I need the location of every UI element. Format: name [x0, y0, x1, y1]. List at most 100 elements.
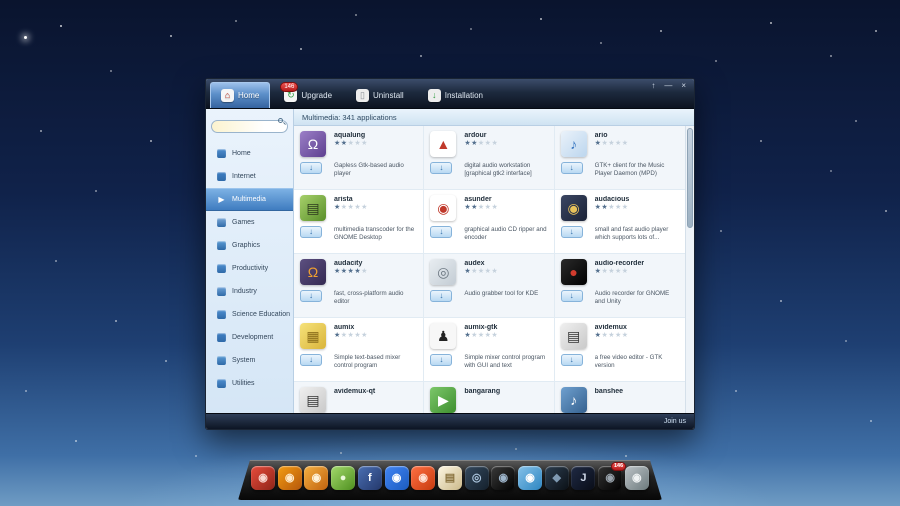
dock-icon-7[interactable]: ◉ — [411, 466, 435, 490]
utilities-icon — [217, 379, 226, 388]
app-card-banshee[interactable]: ♪banshee↓ — [555, 382, 685, 413]
dock-glyph: ◉ — [285, 473, 295, 484]
dock-icon-2[interactable]: ◉ — [278, 466, 302, 490]
app-head: avidemux★★★★★ — [595, 323, 681, 352]
sidebar-item-science-education[interactable]: Science Education — [206, 303, 293, 326]
development-icon — [217, 333, 226, 342]
sidebar-item-graphics[interactable]: Graphics — [206, 234, 293, 257]
app-card-arista[interactable]: ▤arista★★★★★↓multimedia transcoder for t… — [294, 190, 424, 254]
install-button[interactable]: ↓ — [561, 354, 583, 366]
app-head: arista★★★★★ — [334, 195, 419, 224]
dock-glyph: ◎ — [472, 473, 482, 484]
scrollbar[interactable] — [685, 126, 694, 413]
stars-empty: ★★★ — [348, 140, 368, 147]
app-card-aumix[interactable]: ▦aumix★★★★★↓Simple text-based mixer cont… — [294, 318, 424, 382]
install-button[interactable]: ↓ — [300, 226, 322, 238]
sidebar-item-system[interactable]: System — [206, 349, 293, 372]
close-button[interactable]: × — [681, 82, 686, 90]
search-icon — [278, 118, 283, 123]
sidebar-item-utilities[interactable]: Utilities — [206, 372, 293, 395]
dock-icon-3[interactable]: ◉ — [304, 466, 328, 490]
app-card-asunder[interactable]: ◉asunder★★★★★↓graphical audio CD ripper … — [424, 190, 554, 254]
dock-icon-13[interactable]: J — [571, 466, 595, 490]
dock-icon-9[interactable]: ◎ — [465, 466, 489, 490]
aumix-gtk-icon: ♟ — [430, 323, 456, 349]
join-us-link[interactable]: Join us — [664, 418, 686, 425]
app-card-ario[interactable]: ♪ario★★★★★↓GTK+ client for the Music Pla… — [555, 126, 685, 190]
install-button[interactable]: ↓ — [430, 290, 452, 302]
app-card-audex[interactable]: ◎audex★★★★★↓Audio grabber tool for KDE — [424, 254, 554, 318]
dock-icon-8[interactable]: ▤ — [438, 466, 462, 490]
dock-glyph: ◉ — [312, 473, 322, 484]
app-card-audacious[interactable]: ◉audacious★★★★★↓small and fast audio pla… — [555, 190, 685, 254]
sidebar-item-productivity[interactable]: Productivity — [206, 257, 293, 280]
sidebar-item-internet[interactable]: Internet — [206, 165, 293, 188]
app-card-aumix-gtk[interactable]: ♟aumix-gtk★★★★★↓Simple mixer control pro… — [424, 318, 554, 382]
sidebar-item-games[interactable]: Games — [206, 211, 293, 234]
dock-icon-4[interactable]: ● — [331, 466, 355, 490]
sidebar-item-label: Home — [232, 150, 251, 157]
dock-glyph: ◆ — [553, 473, 561, 484]
rating-stars: ★★★★★ — [334, 267, 419, 276]
install-button[interactable]: ↓ — [561, 162, 583, 174]
sidebar-item-multimedia[interactable]: ▶Multimedia — [206, 188, 293, 211]
search-input[interactable] — [211, 120, 288, 133]
app-card-ardour[interactable]: ▲ardour★★★★★↓digital audio workstation [… — [424, 126, 554, 190]
app-card-avidemux[interactable]: ▤avidemux★★★★★↓a free video editor - GTK… — [555, 318, 685, 382]
app-card-bangarang[interactable]: ▶bangarang↓ — [424, 382, 554, 413]
sidebar-item-home[interactable]: Home — [206, 142, 293, 165]
dock-update-badge: 146 — [611, 462, 626, 471]
install-button[interactable]: ↓ — [300, 290, 322, 302]
sidebar-item-development[interactable]: Development — [206, 326, 293, 349]
dock-glyph: ◉ — [499, 473, 509, 484]
software-center-window: ⌂Home↻Upgrade146▯Uninstall↓Installation … — [205, 78, 695, 430]
tab-upgrade[interactable]: ↻Upgrade146 — [274, 82, 342, 108]
install-button[interactable]: ↓ — [561, 226, 583, 238]
app-description: multimedia transcoder for the GNOME Desk… — [334, 226, 419, 253]
stars-filled: ★★ — [334, 140, 348, 147]
scrollbar-thumb[interactable] — [687, 128, 693, 228]
tab-installation[interactable]: ↓Installation — [418, 82, 493, 108]
install-button[interactable]: ↓ — [430, 226, 452, 238]
app-description: graphical audio CD ripper and encoder — [464, 226, 549, 253]
app-name: banshee — [595, 388, 681, 395]
app-card-audacity[interactable]: Ωaudacity★★★★★↓fast, cross-platform audi… — [294, 254, 424, 318]
dock-icon-10[interactable]: ◉ — [491, 466, 515, 490]
app-card-aqualung[interactable]: Ωaqualung★★★★★↓Gapless Gtk-based audio p… — [294, 126, 424, 190]
sidebar-list: Home Internet▶Multimedia Games GraphicsProd… — [206, 138, 293, 413]
install-button[interactable]: ↓ — [430, 354, 452, 366]
up-button[interactable]: ↑ — [651, 82, 655, 90]
rating-stars: ★★★★★ — [464, 267, 549, 276]
app-card-audio-recorder[interactable]: ●audio-recorder★★★★★↓Audio recorder for … — [555, 254, 685, 318]
install-button[interactable]: ↓ — [300, 162, 322, 174]
dock-icon-6[interactable]: ◉ — [385, 466, 409, 490]
dock: ◉◉◉●f◉◉▤◎◉◉◆J◉146◉ — [238, 460, 662, 500]
rating-stars: ★★★★★ — [595, 331, 681, 340]
dock-icon-11[interactable]: ◉ — [518, 466, 542, 490]
dock-icon-14[interactable]: ◉146 — [598, 466, 622, 490]
dock-icon-1[interactable]: ◉ — [251, 466, 275, 490]
app-description: a free video editor - GTK version — [595, 354, 681, 381]
internet-icon — [217, 172, 226, 181]
app-head: audacious★★★★★ — [595, 195, 681, 224]
tab-uninstall[interactable]: ▯Uninstall — [346, 82, 414, 108]
dock-glyph: ◉ — [605, 473, 615, 484]
banshee-icon: ♪ — [561, 387, 587, 413]
sidebar-item-label: Games — [232, 219, 255, 226]
tab-home[interactable]: ⌂Home — [210, 82, 270, 108]
search-box[interactable] — [211, 115, 288, 133]
app-card-avidemux-qt[interactable]: ▤avidemux-qt↓ — [294, 382, 424, 413]
stars-filled: ★ — [334, 332, 341, 339]
dock-icon-12[interactable]: ◆ — [545, 466, 569, 490]
install-button[interactable]: ↓ — [430, 162, 452, 174]
dock-icon-15[interactable]: ◉ — [625, 466, 649, 490]
app-name: asunder — [464, 196, 549, 203]
app-name: arista — [334, 196, 419, 203]
sidebar-item-industry[interactable]: Industry — [206, 280, 293, 303]
install-button[interactable]: ↓ — [561, 290, 583, 302]
dock-icon-5[interactable]: f — [358, 466, 382, 490]
stars-empty: ★★★ — [478, 140, 498, 147]
minimize-button[interactable]: — — [664, 82, 672, 90]
install-button[interactable]: ↓ — [300, 354, 322, 366]
tab-label: Home — [238, 91, 259, 100]
